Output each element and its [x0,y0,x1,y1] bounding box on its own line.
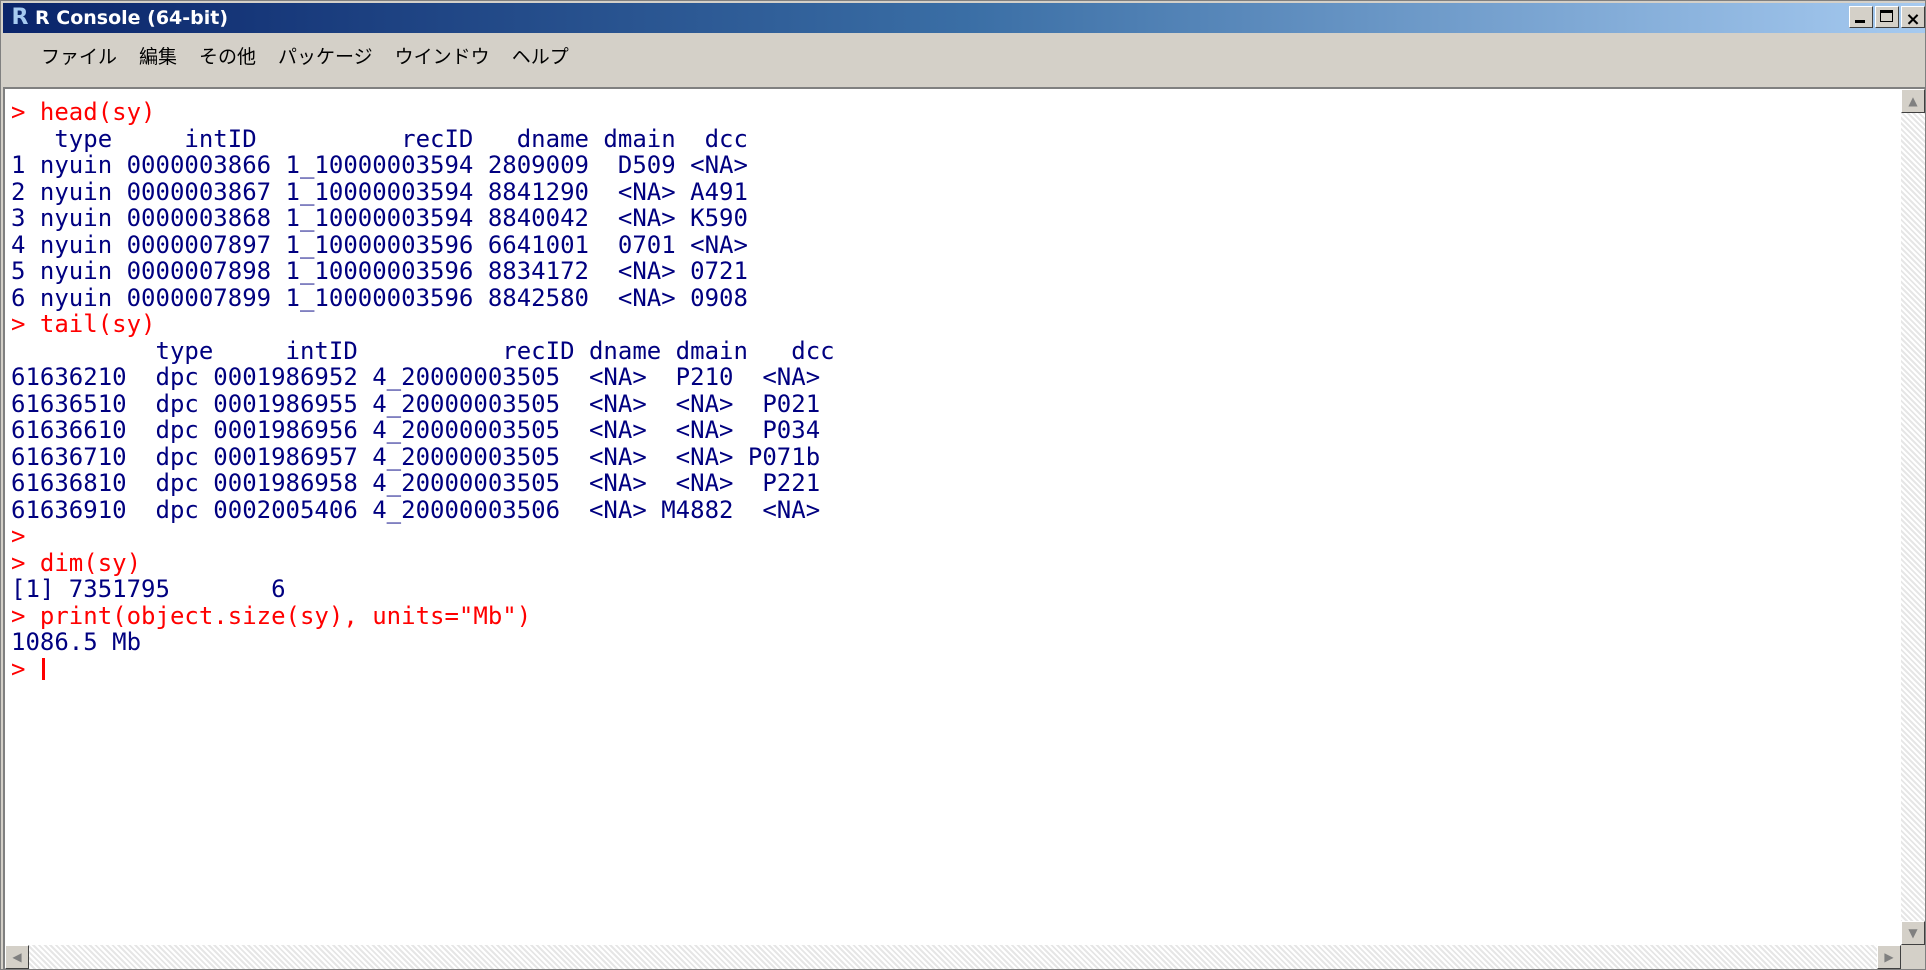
r-logo-icon: R [11,5,29,30]
menu-edit[interactable]: 編集 [139,42,199,69]
menu-bar: ファイル 編集 その他 パッケージ ウインドウ ヘルプ [3,35,1925,75]
prompt: > [11,654,40,683]
maximize-button[interactable] [1875,6,1899,28]
console-input-line: > print(object.size(sy), units="Mb") [11,601,532,630]
console-output-line: 61636810 dpc 0001986958 4_20000003505 <N… [11,469,821,497]
close-button[interactable]: × [1901,6,1925,30]
window-title: R Console (64-bit) [35,7,229,29]
horizontal-scrollbar[interactable]: ◀ ▶ [5,945,1901,969]
console-output-line: 3 nyuin 0000003868 1_10000003594 8840042… [11,204,748,232]
console-output-line: type intID recID dname dmain dcc [11,336,835,365]
console-output-line: 61636710 dpc 0001986957 4_20000003505 <N… [11,442,821,471]
vertical-scrollbar[interactable]: ▲ ▼ [1901,89,1925,945]
title-bar[interactable]: R R Console (64-bit) × [3,3,1925,33]
scroll-up-button[interactable]: ▲ [1901,89,1925,113]
menu-packages[interactable]: パッケージ [278,42,395,69]
console-output-line: 1 nyuin 0000003866 1_10000003594 2809009… [11,151,748,179]
menu-windows[interactable]: ウインドウ [395,42,512,69]
minimize-button[interactable] [1849,6,1873,28]
console-output-line: 5 nyuin 0000007898 1_10000003596 8834172… [11,257,748,285]
console-output-line: 61636910 dpc 0002005406 4_20000003506 <N… [11,495,821,524]
console-output-line: 1086.5 Mb [11,628,142,656]
console-input-line: > head(sy) [11,98,156,126]
minimize-icon [1855,20,1865,23]
console-output-line: 2 nyuin 0000003867 1_10000003594 8841290… [11,177,748,206]
console-output-line: 61636510 dpc 0001986955 4_20000003505 <N… [11,389,821,418]
console-input-line: > dim(sy) [11,548,142,577]
console-output-line: type intID recID dname dmain dcc [11,124,748,153]
scroll-down-button[interactable]: ▼ [1901,921,1925,945]
r-console-window: R R Console (64-bit) × ファイル 編集 その他 パッケージ… [0,0,1926,970]
console-output-line: [1] 7351795 6 [11,575,286,603]
close-icon: × [1905,9,1921,30]
text-cursor [41,657,45,680]
menu-file[interactable]: ファイル [3,42,139,69]
console-output[interactable]: > head(sy) type intID recID dname dmain … [5,89,1901,945]
console-frame: > head(sy) type intID recID dname dmain … [3,87,1925,969]
console-input-line: > [11,522,26,550]
menu-help[interactable]: ヘルプ [512,42,591,69]
size-grip[interactable] [1901,945,1925,969]
console-output-line: 61636210 dpc 0001986952 4_20000003505 <N… [11,363,821,391]
menu-misc[interactable]: その他 [199,42,278,69]
console-output-line: 4 nyuin 0000007897 1_10000003596 6641001… [11,230,748,259]
console-prompt-line[interactable]: > [11,654,1901,683]
console-output-line: 6 nyuin 0000007899 1_10000003596 8842580… [11,283,748,312]
window-controls: × [1847,6,1925,30]
console-input-line: > tail(sy) [11,310,156,338]
console-output-line: 61636610 dpc 0001986956 4_20000003505 <N… [11,416,821,444]
scroll-right-button[interactable]: ▶ [1877,945,1901,969]
maximize-icon [1880,10,1893,22]
scroll-left-button[interactable]: ◀ [5,945,29,969]
